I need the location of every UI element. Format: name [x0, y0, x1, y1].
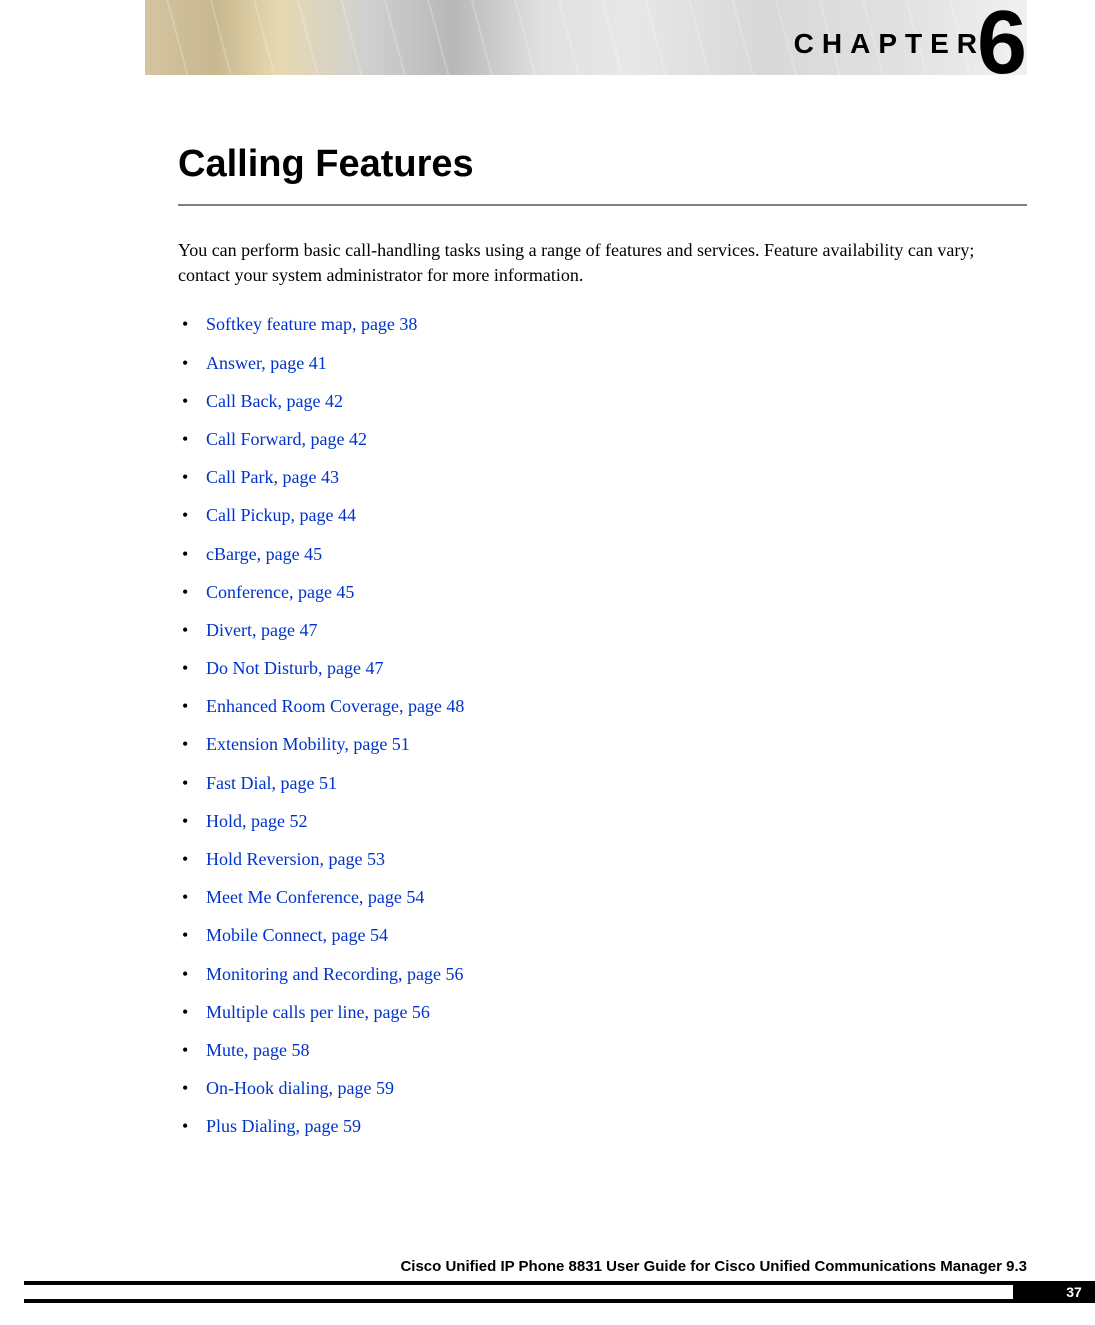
intro-paragraph: You can perform basic call-handling task…	[178, 238, 1027, 288]
toc-link-answer[interactable]: Answer, page 41	[206, 353, 327, 373]
footer-document-title: Cisco Unified IP Phone 8831 User Guide f…	[0, 1258, 1095, 1275]
toc-link-mute[interactable]: Mute, page 58	[206, 1040, 309, 1060]
toc-link-extension-mobility[interactable]: Extension Mobility, page 51	[206, 734, 410, 754]
toc-item: Monitoring and Recording, page 56	[206, 962, 1027, 987]
chapter-label: CHAPTER	[794, 28, 985, 60]
toc-item: Multiple calls per line, page 56	[206, 1000, 1027, 1025]
toc-item: Hold, page 52	[206, 809, 1027, 834]
toc-link-enhanced-room[interactable]: Enhanced Room Coverage, page 48	[206, 696, 464, 716]
toc-link-conference[interactable]: Conference, page 45	[206, 582, 354, 602]
toc-item: Fast Dial, page 51	[206, 771, 1027, 796]
toc-link-on-hook[interactable]: On-Hook dialing, page 59	[206, 1078, 394, 1098]
chapter-header: CHAPTER 6	[0, 0, 1095, 75]
toc-item: Softkey feature map, page 38	[206, 312, 1027, 337]
chapter-number: 6	[977, 0, 1027, 95]
content-area: Calling Features You can perform basic c…	[0, 75, 1095, 1140]
toc-item: Call Park, page 43	[206, 465, 1027, 490]
toc-link-cbarge[interactable]: cBarge, page 45	[206, 544, 322, 564]
toc-item: Answer, page 41	[206, 351, 1027, 376]
toc-item: Conference, page 45	[206, 580, 1027, 605]
toc-link-call-park[interactable]: Call Park, page 43	[206, 467, 339, 487]
toc-item: On-Hook dialing, page 59	[206, 1076, 1027, 1101]
toc-link-softkey[interactable]: Softkey feature map, page 38	[206, 314, 417, 334]
toc-link-call-forward[interactable]: Call Forward, page 42	[206, 429, 367, 449]
toc-item: Call Forward, page 42	[206, 427, 1027, 452]
toc-link-call-pickup[interactable]: Call Pickup, page 44	[206, 505, 356, 525]
footer-page-number: 37	[1053, 1281, 1095, 1303]
toc-link-hold-reversion[interactable]: Hold Reversion, page 53	[206, 849, 385, 869]
toc-link-meet-me[interactable]: Meet Me Conference, page 54	[206, 887, 424, 907]
page-title: Calling Features	[178, 143, 1027, 186]
footer: Cisco Unified IP Phone 8831 User Guide f…	[0, 1258, 1095, 1303]
toc-item: Meet Me Conference, page 54	[206, 885, 1027, 910]
toc-item: Mobile Connect, page 54	[206, 923, 1027, 948]
toc-link-monitoring[interactable]: Monitoring and Recording, page 56	[206, 964, 463, 984]
title-rule	[178, 204, 1027, 206]
toc-link-multiple-calls[interactable]: Multiple calls per line, page 56	[206, 1002, 430, 1022]
toc-link-do-not-disturb[interactable]: Do Not Disturb, page 47	[206, 658, 383, 678]
toc-item: Mute, page 58	[206, 1038, 1027, 1063]
toc-item: Enhanced Room Coverage, page 48	[206, 694, 1027, 719]
toc-item: Call Back, page 42	[206, 389, 1027, 414]
toc-list: Softkey feature map, page 38 Answer, pag…	[206, 312, 1027, 1139]
toc-item: Divert, page 47	[206, 618, 1027, 643]
toc-item: Hold Reversion, page 53	[206, 847, 1027, 872]
toc-link-mobile-connect[interactable]: Mobile Connect, page 54	[206, 925, 388, 945]
toc-item: cBarge, page 45	[206, 542, 1027, 567]
toc-link-hold[interactable]: Hold, page 52	[206, 811, 307, 831]
toc-link-call-back[interactable]: Call Back, page 42	[206, 391, 343, 411]
footer-bar: 37	[24, 1281, 1053, 1303]
toc-link-fast-dial[interactable]: Fast Dial, page 51	[206, 773, 337, 793]
toc-item: Plus Dialing, page 59	[206, 1114, 1027, 1139]
toc-link-divert[interactable]: Divert, page 47	[206, 620, 317, 640]
toc-item: Call Pickup, page 44	[206, 503, 1027, 528]
toc-item: Extension Mobility, page 51	[206, 732, 1027, 757]
toc-item: Do Not Disturb, page 47	[206, 656, 1027, 681]
toc-link-plus-dialing[interactable]: Plus Dialing, page 59	[206, 1116, 361, 1136]
